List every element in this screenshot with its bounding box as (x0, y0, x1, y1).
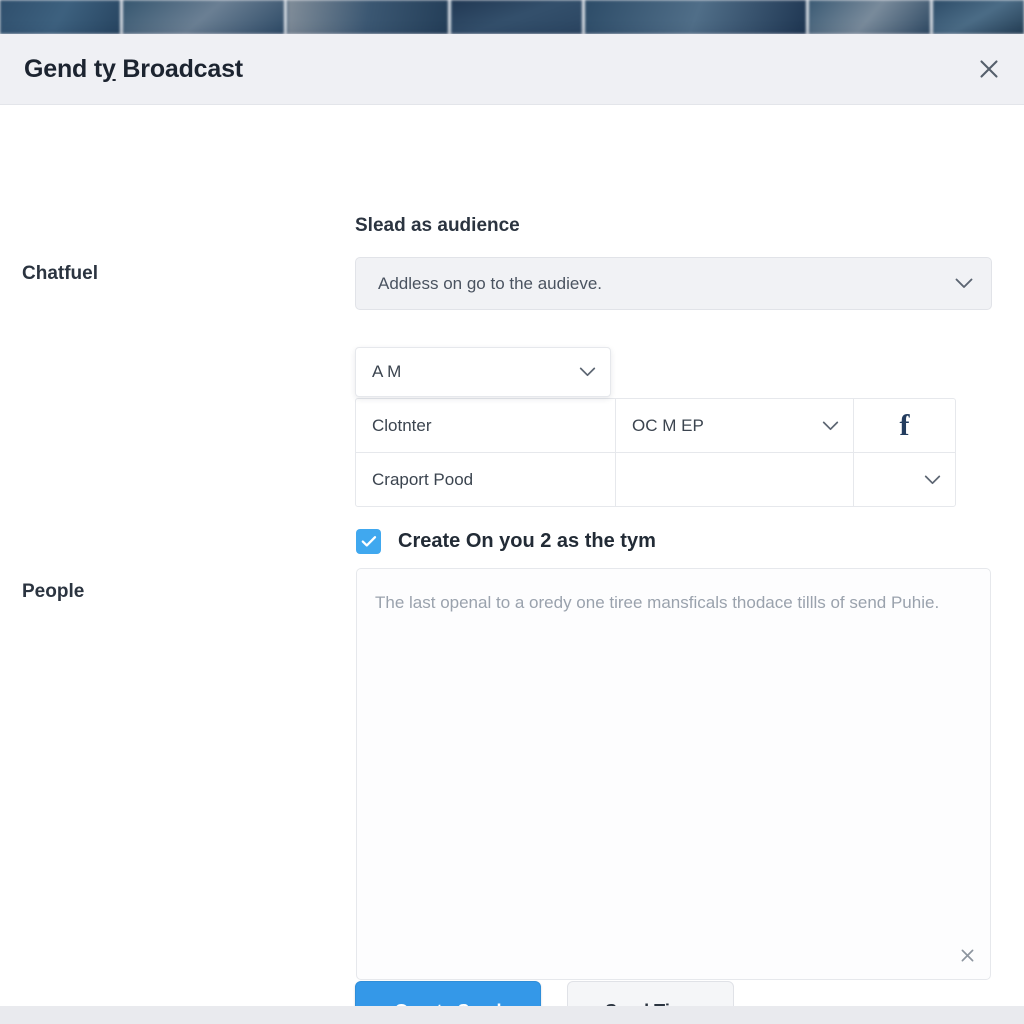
page-title-part2: Broadcast (115, 54, 243, 83)
chevron-down-icon (955, 274, 973, 294)
close-icon (978, 58, 1000, 80)
sidebar-label-chatfuel: Chatfuel (22, 263, 98, 284)
audience-section: Slead as audience Addless on go to the a… (355, 215, 992, 310)
grid-cell-channel[interactable]: f (854, 399, 955, 452)
chevron-down-icon (822, 416, 839, 436)
send-button[interactable]: Georts Send (355, 981, 541, 1006)
message-textarea[interactable]: The last openal to a oredy one tiree man… (356, 568, 991, 980)
background-photo-strip (0, 0, 1024, 34)
grid-cell-name-text: Craport Pood (372, 469, 474, 489)
sidebar-label-people: People (22, 581, 85, 602)
grid-cell-name[interactable]: Craport Pood (356, 453, 616, 506)
grid-cell-dropdown[interactable] (854, 453, 955, 506)
message-clear-button[interactable] (954, 945, 980, 971)
audience-section-title: Slead as audience (355, 215, 520, 236)
close-button[interactable] (972, 52, 1006, 86)
table-row: Clotnter OC M EP f (356, 399, 955, 453)
grid-cell-name-text: Clotnter (372, 415, 432, 435)
app-root: Gend ty Broadcast Chatfuel People Slead … (0, 0, 1024, 1024)
audience-select[interactable]: Addless on go to the audieve. (355, 257, 992, 310)
modal-header: Gend ty Broadcast (0, 34, 1024, 105)
audience-sub-select-value: A M (372, 362, 402, 381)
audience-select-value: Addless on go to the audieve. (378, 273, 602, 293)
create-on-checkbox-label: Create On you 2 as the tym (398, 530, 656, 552)
chevron-down-icon (924, 470, 941, 490)
broadcast-modal: Gend ty Broadcast Chatfuel People Slead … (0, 34, 1024, 1006)
page-title-underlined: y (101, 54, 116, 83)
page-title-part1: Gend t (24, 54, 102, 83)
check-icon (361, 536, 376, 547)
audience-grid: Clotnter OC M EP f Craport Pood (355, 398, 956, 507)
grid-cell-empty[interactable] (616, 453, 854, 506)
send-time-button[interactable]: Send Time (567, 981, 734, 1006)
modal-body: Chatfuel People Slead as audience Addles… (0, 105, 1024, 1006)
chevron-down-icon (579, 362, 596, 382)
footer-actions: Georts Send Send Time (355, 981, 734, 1006)
grid-cell-select[interactable]: OC M EP (616, 399, 854, 452)
create-on-checkbox[interactable] (356, 529, 381, 554)
table-row: Craport Pood (356, 453, 955, 506)
facebook-icon: f (899, 408, 910, 442)
message-placeholder: The last openal to a oredy one tiree man… (375, 593, 940, 612)
create-on-checkbox-row[interactable]: Create On you 2 as the tym (356, 529, 656, 554)
page-background-bottom (0, 1006, 1024, 1024)
grid-cell-select-value: OC M EP (632, 415, 704, 435)
audience-sub-select[interactable]: A M (355, 347, 611, 397)
close-icon (960, 948, 975, 968)
page-title: Gend ty Broadcast (24, 55, 243, 84)
grid-cell-name[interactable]: Clotnter (356, 399, 616, 452)
